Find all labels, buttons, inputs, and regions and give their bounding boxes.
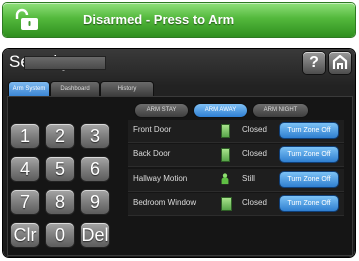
zone-status: Closed xyxy=(242,149,267,158)
key-0[interactable]: 0 xyxy=(46,223,74,247)
zone-name: Front Door xyxy=(133,125,172,134)
arm-night-button[interactable]: ARM NIGHT xyxy=(253,104,308,117)
key-delete[interactable]: Del xyxy=(81,223,109,247)
home-button[interactable] xyxy=(329,52,351,74)
motion-person-icon xyxy=(221,173,229,185)
key-4[interactable]: 4 xyxy=(11,157,39,181)
zone-name: Hallway Motion xyxy=(133,174,188,183)
turn-zone-off-button[interactable]: Turn Zone Off xyxy=(280,172,338,187)
key-6[interactable]: 6 xyxy=(81,157,109,181)
zone-row-front-door: Front Door Closed Turn Zone Off xyxy=(128,120,344,143)
help-icon: ? xyxy=(309,54,319,71)
help-button[interactable]: ? xyxy=(303,52,325,74)
tab-history[interactable]: History xyxy=(101,82,153,96)
zone-row-back-door: Back Door Closed Turn Zone Off xyxy=(128,144,344,167)
key-3[interactable]: 3 xyxy=(81,124,109,148)
zone-row-bedroom-window: Bedroom Window Closed Turn Zone Off xyxy=(128,193,344,216)
arm-status-bar[interactable]: Disarmed - Press to Arm xyxy=(3,3,355,37)
zone-status: Closed xyxy=(242,198,267,207)
tab-bar: Arm System Dashboard History xyxy=(9,82,155,96)
key-clear[interactable]: Clr xyxy=(11,223,39,247)
turn-zone-off-button[interactable]: Turn Zone Off xyxy=(280,147,338,162)
zone-row-hallway-motion: Hallway Motion Still Turn Zone Off xyxy=(128,169,344,192)
turn-zone-off-button[interactable]: Turn Zone Off xyxy=(280,123,338,138)
key-1[interactable]: 1 xyxy=(11,124,39,148)
arm-away-button[interactable]: ARM AWAY xyxy=(194,104,247,117)
home-icon xyxy=(332,54,348,69)
zone-name: Bedroom Window xyxy=(133,198,197,207)
tab-dashboard[interactable]: Dashboard xyxy=(51,82,99,96)
turn-zone-off-button[interactable]: Turn Zone Off xyxy=(280,196,338,211)
key-7[interactable]: 7 xyxy=(11,190,39,214)
door-sensor-icon xyxy=(221,124,230,138)
key-8[interactable]: 8 xyxy=(46,190,74,214)
tab-arm-system[interactable]: Arm System xyxy=(9,82,49,96)
key-2[interactable]: 2 xyxy=(46,124,74,148)
key-5[interactable]: 5 xyxy=(46,157,74,181)
key-9[interactable]: 9 xyxy=(81,190,109,214)
zone-status: Closed xyxy=(242,125,267,134)
window-sensor-icon xyxy=(221,197,232,211)
arm-status-text: Disarmed - Press to Arm xyxy=(83,12,235,27)
zone-name: Back Door xyxy=(133,149,171,158)
unlocked-padlock-icon xyxy=(15,8,38,30)
zone-status: Still xyxy=(242,174,255,183)
door-sensor-icon xyxy=(221,148,230,162)
code-display xyxy=(24,56,106,70)
arm-stay-button[interactable]: ARM STAY xyxy=(135,104,188,117)
